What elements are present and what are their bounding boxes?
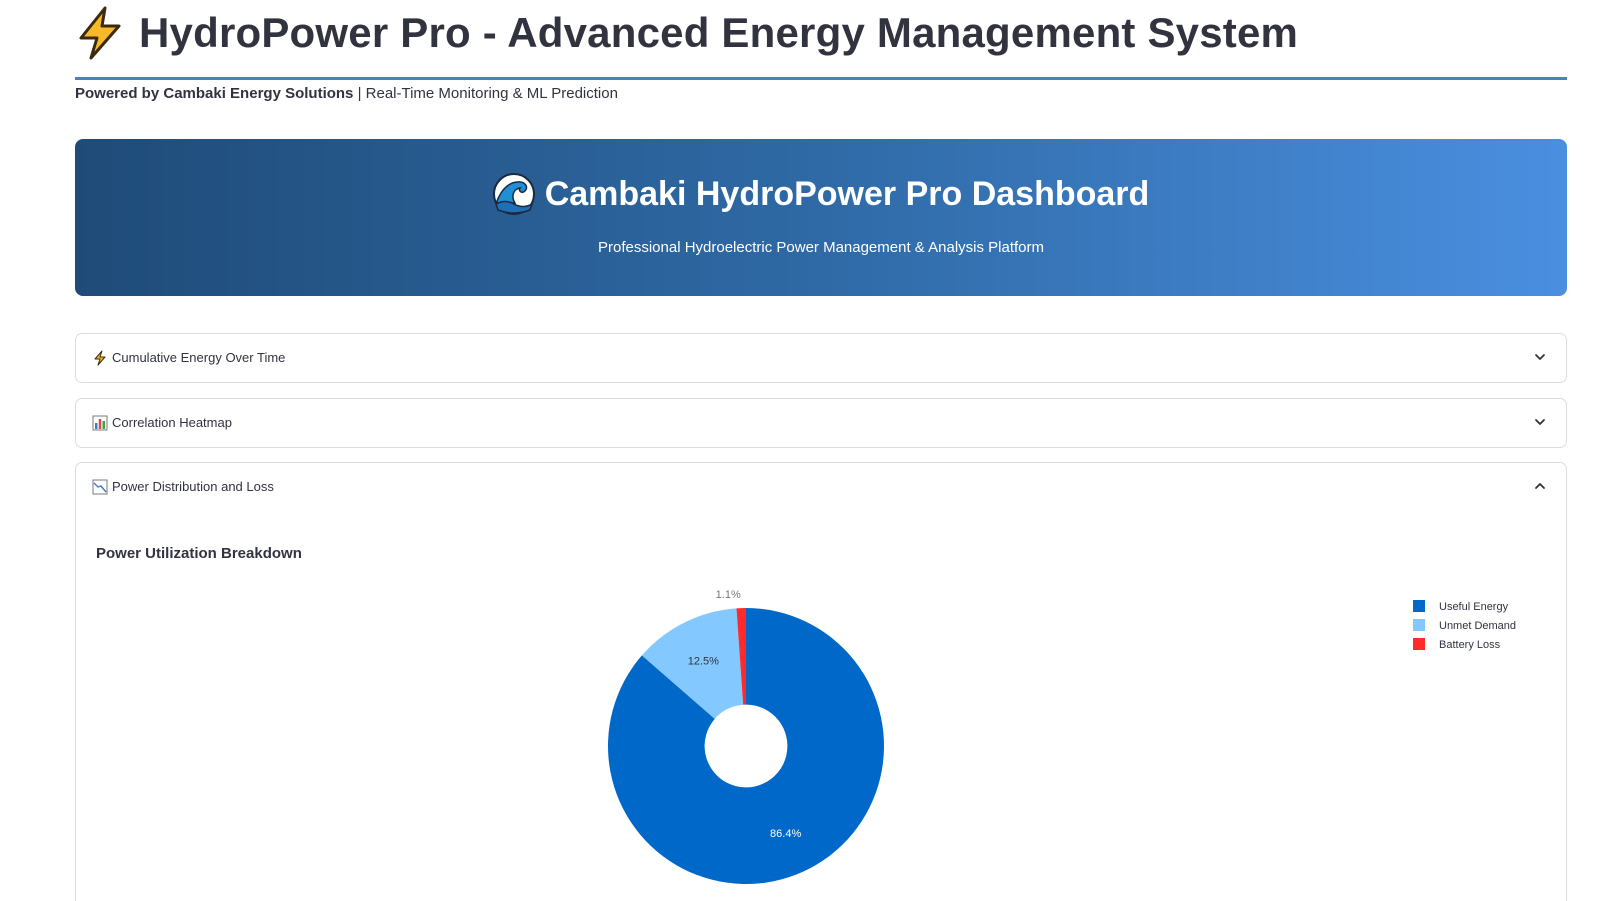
hero-title: Cambaki HydroPower Pro Dashboard: [75, 173, 1567, 215]
hero-title-text: Cambaki HydroPower Pro Dashboard: [544, 174, 1150, 213]
expander-label: Correlation Heatmap: [112, 415, 232, 430]
donut-chart: 86.4% 12.5% 1.1% Useful Energy Unmet Demand…: [608, 589, 1516, 884]
expander-header[interactable]: Cumulative Energy Over Time: [76, 334, 1566, 381]
chart-legend: Useful Energy Unmet Demand Battery Loss: [1413, 600, 1516, 651]
chevron-down-icon[interactable]: [1534, 351, 1546, 363]
expander-cumulative-energy[interactable]: Cumulative Energy Over Time: [75, 333, 1567, 383]
legend-swatch: [1413, 619, 1425, 631]
expander-label: Cumulative Energy Over Time: [112, 350, 286, 365]
legend-label: Battery Loss: [1439, 639, 1501, 651]
wave-icon: [492, 173, 535, 215]
legend-label: Useful Energy: [1439, 601, 1509, 613]
expander-header[interactable]: Correlation Heatmap: [76, 399, 1566, 446]
byline: Powered by Cambaki Energy Solutions | Re…: [75, 85, 618, 102]
hero-banner: Cambaki HydroPower Pro Dashboard Profess…: [75, 139, 1567, 296]
page-title: HydroPower Pro - Advanced Energy Managem…: [139, 9, 1299, 56]
legend-item[interactable]: Useful Energy: [1413, 600, 1509, 613]
chevron-down-icon[interactable]: [1534, 416, 1546, 428]
expander-power-distribution[interactable]: Power Distribution and Loss Power Utiliz…: [75, 462, 1567, 901]
page: HydroPower Pro - Advanced Energy Managem…: [0, 0, 1612, 901]
pie-data-label: 1.1%: [716, 589, 741, 601]
legend-swatch: [1413, 638, 1425, 650]
legend-item[interactable]: Battery Loss: [1413, 638, 1501, 651]
legend-swatch: [1413, 600, 1425, 612]
pie-slices: [608, 608, 885, 884]
byline-company: Powered by Cambaki Energy Solutions: [75, 85, 354, 102]
hero-subtitle: Professional Hydroelectric Power Managem…: [597, 239, 1045, 256]
byline-tagline: | Real-Time Monitoring & ML Prediction: [353, 85, 618, 102]
pie-data-label: 12.5%: [688, 655, 719, 667]
lightning-bolt-icon: [79, 6, 121, 60]
app-title: HydroPower Pro - Advanced Energy Managem…: [75, 6, 1298, 60]
legend-item[interactable]: Unmet Demand: [1413, 619, 1516, 632]
pie-data-label: 86.4%: [770, 828, 801, 840]
lightning-bolt-icon: [94, 350, 106, 365]
title-divider: [75, 77, 1567, 80]
expander-correlation-heatmap[interactable]: Correlation Heatmap: [75, 398, 1567, 448]
bar-chart-icon: [92, 415, 108, 430]
legend-label: Unmet Demand: [1439, 620, 1516, 632]
